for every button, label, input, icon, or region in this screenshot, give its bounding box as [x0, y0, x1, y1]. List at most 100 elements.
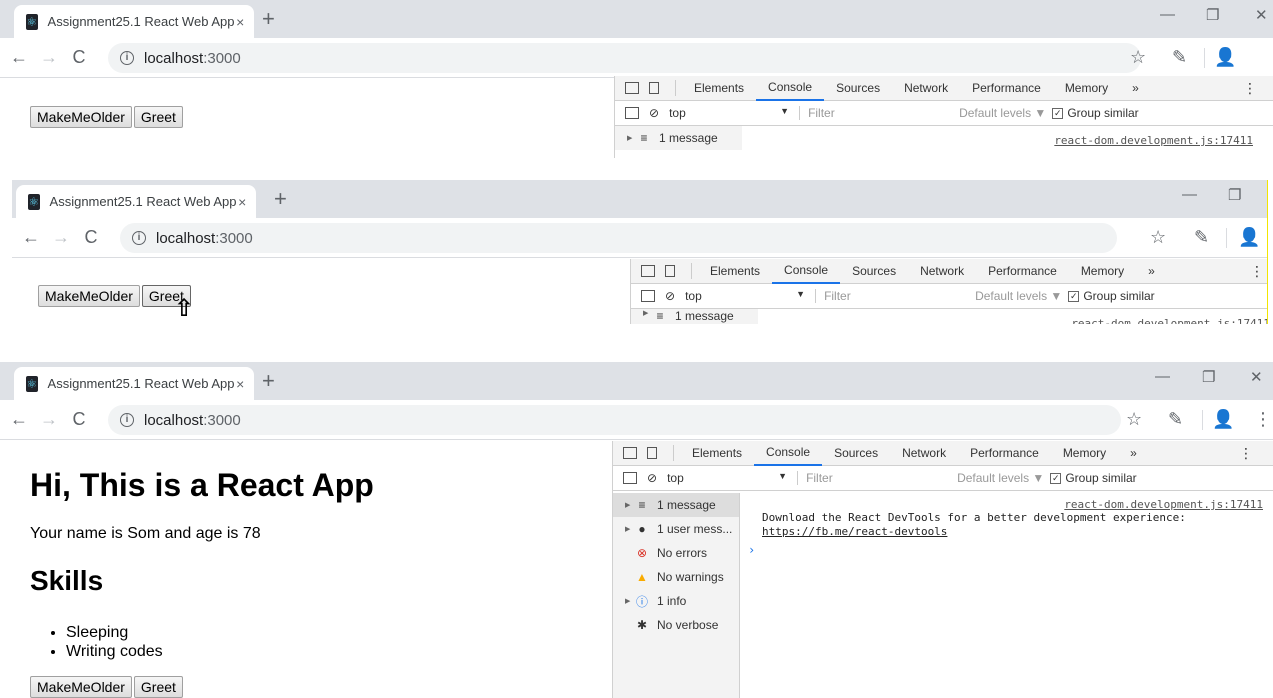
- tab-elements[interactable]: Elements: [680, 441, 754, 465]
- forward-icon[interactable]: →: [46, 227, 76, 248]
- bookmark-star-icon[interactable]: ☆: [1130, 47, 1146, 68]
- site-info-icon[interactable]: i: [132, 231, 146, 245]
- new-tab-button[interactable]: +: [262, 369, 275, 393]
- tab-network[interactable]: Network: [908, 259, 976, 283]
- devtools-menu-icon[interactable]: ⋮: [1243, 80, 1257, 97]
- device-toolbar-icon[interactable]: [649, 82, 659, 94]
- tab-elements[interactable]: Elements: [682, 76, 756, 100]
- eyedropper-icon[interactable]: ✎: [1168, 409, 1183, 430]
- clear-console-icon[interactable]: ⊘: [649, 106, 659, 120]
- forward-icon[interactable]: →: [34, 47, 64, 68]
- forward-icon[interactable]: →: [34, 409, 64, 430]
- greet-button[interactable]: Greet: [133, 676, 183, 698]
- back-icon[interactable]: ←: [16, 227, 46, 248]
- site-info-icon[interactable]: i: [120, 51, 134, 65]
- tab-elements[interactable]: Elements: [698, 259, 772, 283]
- tab-performance[interactable]: Performance: [960, 76, 1053, 100]
- context-select[interactable]: top ▼: [667, 471, 797, 485]
- tab-network[interactable]: Network: [892, 76, 960, 100]
- console-prompt-icon[interactable]: ›: [748, 543, 755, 557]
- default-levels-select[interactable]: Default levels ▼: [959, 106, 1046, 120]
- bookmark-star-icon[interactable]: ☆: [1126, 409, 1142, 430]
- default-levels-select[interactable]: Default levels ▼: [975, 289, 1062, 303]
- reload-icon[interactable]: C: [76, 227, 106, 248]
- sidebar-item-warnings[interactable]: ▲ No warnings: [613, 565, 739, 589]
- close-window-icon[interactable]: ✕: [1250, 368, 1263, 386]
- inspect-icon[interactable]: [623, 447, 637, 459]
- browser-tab[interactable]: ⚛ Assignment25.1 React Web App ×: [16, 185, 256, 218]
- address-bar[interactable]: i localhost:3000: [108, 405, 1121, 435]
- sidebar-item-messages[interactable]: ▶ ≡ 1 message: [615, 126, 742, 150]
- inspect-icon[interactable]: [625, 82, 639, 94]
- inspect-icon[interactable]: [641, 265, 655, 277]
- default-levels-select[interactable]: Default levels ▼: [957, 471, 1044, 485]
- back-icon[interactable]: ←: [4, 47, 34, 68]
- close-window-icon[interactable]: ✕: [1255, 6, 1268, 24]
- devtools-link[interactable]: https://fb.me/react-devtools: [762, 525, 947, 538]
- restore-icon[interactable]: ❐: [1202, 368, 1215, 386]
- tab-memory[interactable]: Memory: [1069, 259, 1136, 283]
- sidebar-item-messages[interactable]: ▶ ≡ 1 message: [631, 309, 758, 324]
- browser-tab[interactable]: ⚛ Assignment25.1 React Web App ×: [14, 5, 254, 38]
- back-icon[interactable]: ←: [4, 409, 34, 430]
- source-link[interactable]: react-dom.development.js:17411: [1071, 317, 1267, 324]
- minimize-icon[interactable]: —: [1155, 368, 1170, 385]
- context-select[interactable]: top ▼: [669, 106, 799, 120]
- profile-icon[interactable]: 👤: [1214, 47, 1236, 68]
- tab-performance[interactable]: Performance: [958, 441, 1051, 465]
- context-select[interactable]: top ▼: [685, 289, 815, 303]
- profile-icon[interactable]: 👤: [1238, 227, 1260, 248]
- sidebar-item-verbose[interactable]: ✱ No verbose: [613, 613, 739, 637]
- tab-close-icon[interactable]: ×: [234, 376, 246, 392]
- device-toolbar-icon[interactable]: [665, 265, 675, 277]
- make-me-older-button[interactable]: MakeMeOlder: [30, 676, 132, 698]
- sidebar-item-user-messages[interactable]: ▶ ● 1 user mess...: [613, 517, 739, 541]
- tab-console[interactable]: Console: [754, 440, 823, 466]
- tab-sources[interactable]: Sources: [824, 76, 892, 100]
- address-bar[interactable]: i localhost:3000: [120, 223, 1117, 253]
- tab-sources[interactable]: Sources: [840, 259, 908, 283]
- group-similar-checkbox[interactable]: ✓: [1052, 107, 1064, 119]
- sidebar-toggle-icon[interactable]: [623, 472, 637, 484]
- sidebar-item-errors[interactable]: ⊗ No errors: [613, 541, 739, 565]
- eyedropper-icon[interactable]: ✎: [1194, 227, 1209, 248]
- eyedropper-icon[interactable]: ✎: [1172, 47, 1187, 68]
- sidebar-toggle-icon[interactable]: [641, 290, 655, 302]
- sidebar-toggle-icon[interactable]: [625, 107, 639, 119]
- site-info-icon[interactable]: i: [120, 413, 134, 427]
- reload-icon[interactable]: C: [64, 47, 94, 68]
- group-similar-checkbox[interactable]: ✓: [1068, 290, 1080, 302]
- new-tab-button[interactable]: +: [262, 7, 275, 31]
- restore-icon[interactable]: ❐: [1206, 6, 1219, 24]
- tab-performance[interactable]: Performance: [976, 259, 1069, 283]
- more-tabs-icon[interactable]: »: [1136, 259, 1167, 283]
- browser-tab[interactable]: ⚛ Assignment25.1 React Web App ×: [14, 367, 254, 400]
- sidebar-item-info[interactable]: ▶ ⓘ 1 info: [613, 589, 739, 613]
- filter-input[interactable]: Filter: [815, 289, 965, 303]
- make-me-older-button[interactable]: MakeMeOlder: [38, 285, 140, 307]
- tab-close-icon[interactable]: ×: [236, 194, 248, 210]
- tab-close-icon[interactable]: ×: [234, 14, 246, 30]
- source-link[interactable]: react-dom.development.js:17411: [1054, 134, 1253, 147]
- clear-console-icon[interactable]: ⊘: [647, 471, 657, 485]
- tab-memory[interactable]: Memory: [1051, 441, 1118, 465]
- new-tab-button[interactable]: +: [274, 187, 287, 211]
- devtools-menu-icon[interactable]: ⋮: [1239, 445, 1253, 462]
- address-bar[interactable]: i localhost:3000: [108, 43, 1141, 73]
- greet-button[interactable]: Greet: [133, 106, 183, 128]
- browser-menu-icon[interactable]: ⋮: [1254, 409, 1272, 430]
- minimize-icon[interactable]: —: [1182, 186, 1197, 203]
- clear-console-icon[interactable]: ⊘: [665, 289, 675, 303]
- tab-memory[interactable]: Memory: [1053, 76, 1120, 100]
- bookmark-star-icon[interactable]: ☆: [1150, 227, 1166, 248]
- tab-console[interactable]: Console: [772, 258, 841, 284]
- minimize-icon[interactable]: —: [1160, 6, 1175, 23]
- source-link[interactable]: react-dom.development.js:17411: [1064, 498, 1263, 511]
- tab-console[interactable]: Console: [756, 75, 825, 101]
- tab-sources[interactable]: Sources: [822, 441, 890, 465]
- group-similar-checkbox[interactable]: ✓: [1050, 472, 1062, 484]
- restore-icon[interactable]: ❐: [1228, 186, 1241, 204]
- devtools-menu-icon[interactable]: ⋮: [1250, 263, 1264, 280]
- sidebar-item-messages[interactable]: ▶ ≡ 1 message: [613, 493, 739, 517]
- reload-icon[interactable]: C: [64, 409, 94, 430]
